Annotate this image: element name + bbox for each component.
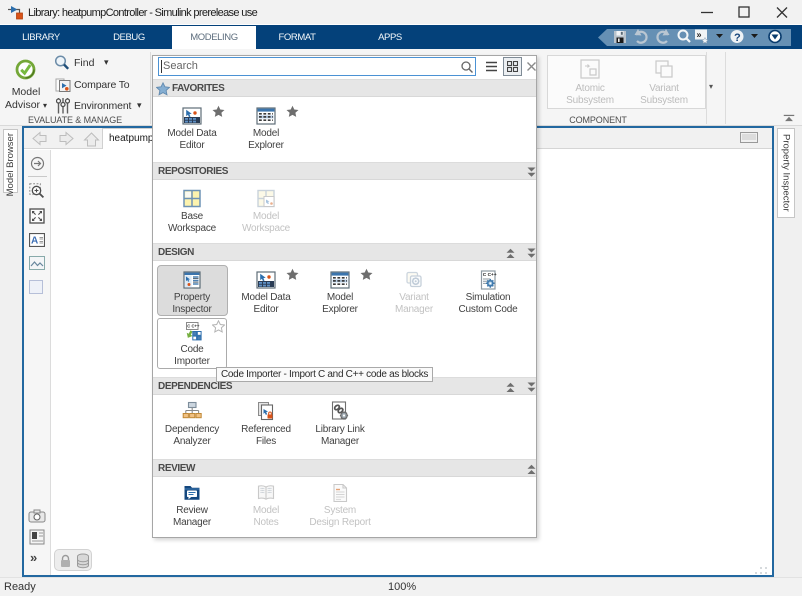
svg-text:»: » xyxy=(697,30,702,40)
svg-text:A: A xyxy=(31,236,38,247)
svg-text:?: ? xyxy=(734,32,741,44)
